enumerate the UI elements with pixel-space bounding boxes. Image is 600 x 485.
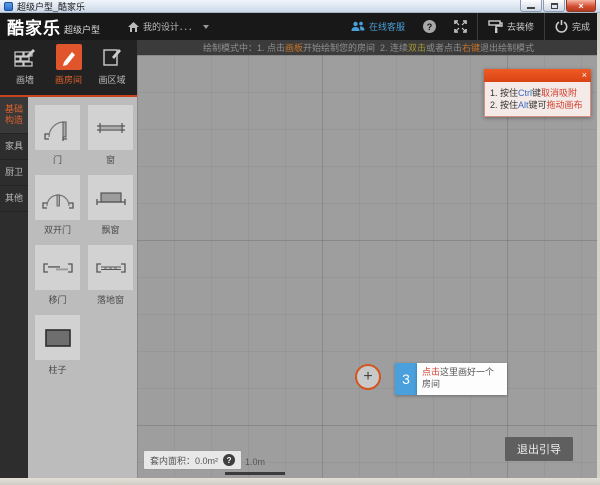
draw-area-icon	[100, 45, 124, 69]
tool-draw-area-label: 画区域	[98, 73, 125, 86]
tool-draw-wall[interactable]: 画墙	[4, 44, 46, 86]
app-logo-subtitle: 超级户型	[64, 23, 100, 36]
maximize-button[interactable]	[543, 0, 565, 12]
guide-action-word: 点击	[422, 367, 440, 377]
snap-tip-action: 拖动画布	[547, 100, 583, 110]
component-window[interactable]: 窗	[88, 105, 133, 166]
snap-tip-text: 键	[532, 88, 541, 98]
instruction-text: 退出绘制模式	[480, 41, 534, 54]
snap-tip-line1: 1. 按住Ctrl键取消吸附	[490, 87, 585, 99]
component-bay-window-label: 飘窗	[101, 223, 119, 236]
tab-basic-structure[interactable]: 基础构造	[0, 97, 28, 134]
snap-tip-action: 取消吸附	[541, 88, 577, 98]
finish-button[interactable]: 完成	[545, 13, 600, 40]
component-pillar[interactable]: 柱子	[35, 315, 80, 376]
power-icon	[555, 20, 568, 33]
finish-label: 完成	[572, 20, 590, 33]
app-header: 酷家乐 超级户型 我的设计．．． 在线客服 ?	[0, 13, 600, 40]
draw-tool-panel: 画墙 画房间 画区域	[0, 40, 137, 97]
double-door-icon	[39, 179, 77, 217]
scale-bar	[225, 472, 285, 475]
door-icon	[39, 109, 77, 147]
component-door-label: 门	[53, 153, 62, 166]
people-icon	[351, 21, 365, 32]
guide-tooltip: 点击这里画好一个房间	[417, 363, 507, 395]
snap-tip-header: ×	[484, 69, 591, 82]
instruction-text: 绘制模式中：1. 点击	[203, 41, 285, 54]
component-double-door-label: 双开门	[44, 223, 71, 236]
window-title: 超级户型_酷家乐	[17, 0, 85, 13]
instruction-bar: 绘制模式中：1. 点击画板开始绘制您的房间 2. 连续双击或者点击右键退出绘制模…	[137, 40, 600, 55]
component-door[interactable]: 门	[35, 105, 80, 166]
component-pillar-label: 柱子	[48, 363, 66, 376]
snap-tip-key-ctrl: Ctrl	[518, 88, 532, 98]
drawing-canvas[interactable]: × 1. 按住Ctrl键取消吸附 2. 按住Alt键可拖动画布 + 3 点击这里…	[137, 55, 597, 478]
snap-tip-text: 键可	[529, 100, 547, 110]
minimize-icon	[527, 7, 535, 9]
my-design-label: 我的设计．．．	[143, 20, 197, 33]
online-service-button[interactable]: 在线客服	[341, 13, 415, 40]
fullscreen-icon	[454, 20, 467, 33]
instruction-highlight-board: 画板	[285, 41, 303, 54]
app-window: 超级户型_酷家乐 × 酷家乐 超级户型 我的设计．．． 在线客服 ?	[0, 0, 600, 485]
sliding-door-icon	[39, 249, 77, 287]
component-bay-window[interactable]: 飘窗	[88, 175, 133, 236]
component-double-door[interactable]: 双开门	[35, 175, 80, 236]
tool-draw-room[interactable]: 画房间	[48, 44, 90, 86]
exit-guide-button[interactable]: 退出引导	[505, 437, 573, 461]
snap-tip-close-icon[interactable]: ×	[578, 71, 591, 80]
paint-roller-icon	[488, 20, 503, 33]
draw-room-icon	[57, 45, 81, 69]
tab-other[interactable]: 其他	[0, 186, 28, 212]
component-sliding-door-label: 移门	[48, 293, 66, 306]
go-decorate-label: 去装修	[507, 20, 534, 33]
close-button[interactable]: ×	[566, 0, 596, 12]
minimize-button[interactable]	[520, 0, 542, 12]
tool-draw-wall-label: 画墙	[16, 73, 34, 86]
tool-draw-area[interactable]: 画区域	[91, 44, 133, 86]
pillar-icon	[39, 319, 77, 357]
snap-tip-text: 2. 按住	[490, 100, 518, 110]
tool-draw-room-label: 画房间	[55, 73, 82, 86]
component-french-window-label: 落地窗	[97, 293, 124, 306]
home-icon	[128, 22, 139, 32]
guide-step-badge: 3	[395, 363, 417, 395]
maximize-icon	[551, 3, 558, 9]
window-titlebar: 超级户型_酷家乐 ×	[0, 0, 600, 13]
tab-kitchen-bath[interactable]: 厨卫	[0, 160, 28, 186]
online-service-label: 在线客服	[369, 20, 405, 33]
fullscreen-button[interactable]	[444, 13, 477, 40]
app-icon	[4, 2, 13, 11]
category-tabstrip: 基础构造 家具 厨卫 其他	[0, 97, 28, 478]
my-design-dropdown[interactable]: 我的设计．．．	[128, 20, 209, 33]
french-window-icon	[92, 249, 130, 287]
instruction-highlight-doubleclick: 双击	[408, 41, 426, 54]
chevron-down-icon	[203, 25, 209, 29]
go-decorate-button[interactable]: 去装修	[478, 13, 544, 40]
tab-furniture[interactable]: 家具	[0, 134, 28, 160]
interior-area-label: 套内面积：0.0m²	[150, 454, 218, 467]
scale-label: 1.0m	[225, 457, 285, 467]
snap-tip-tooltip: × 1. 按住Ctrl键取消吸附 2. 按住Alt键可拖动画布	[484, 69, 591, 117]
component-sliding-door[interactable]: 移门	[35, 245, 80, 306]
help-button[interactable]: ?	[423, 20, 436, 33]
window-border-bottom	[0, 478, 600, 485]
app-logo: 酷家乐	[0, 14, 61, 39]
draw-start-target[interactable]: +	[355, 364, 381, 390]
instruction-text: 开始绘制您的房间 2. 连续	[303, 41, 408, 54]
bay-window-icon	[92, 179, 130, 217]
snap-tip-key-alt: Alt	[518, 100, 529, 110]
window-icon	[92, 109, 130, 147]
component-library-panel: 门 窗	[28, 97, 137, 478]
instruction-text: 或者点击	[426, 41, 462, 54]
component-window-label: 窗	[106, 153, 115, 166]
instruction-highlight-rightclick: 右键	[462, 41, 480, 54]
snap-tip-line2: 2. 按住Alt键可拖动画布	[490, 99, 585, 111]
snap-tip-text: 1. 按住	[490, 88, 518, 98]
draw-wall-icon	[13, 45, 37, 69]
component-french-window[interactable]: 落地窗	[88, 245, 133, 306]
